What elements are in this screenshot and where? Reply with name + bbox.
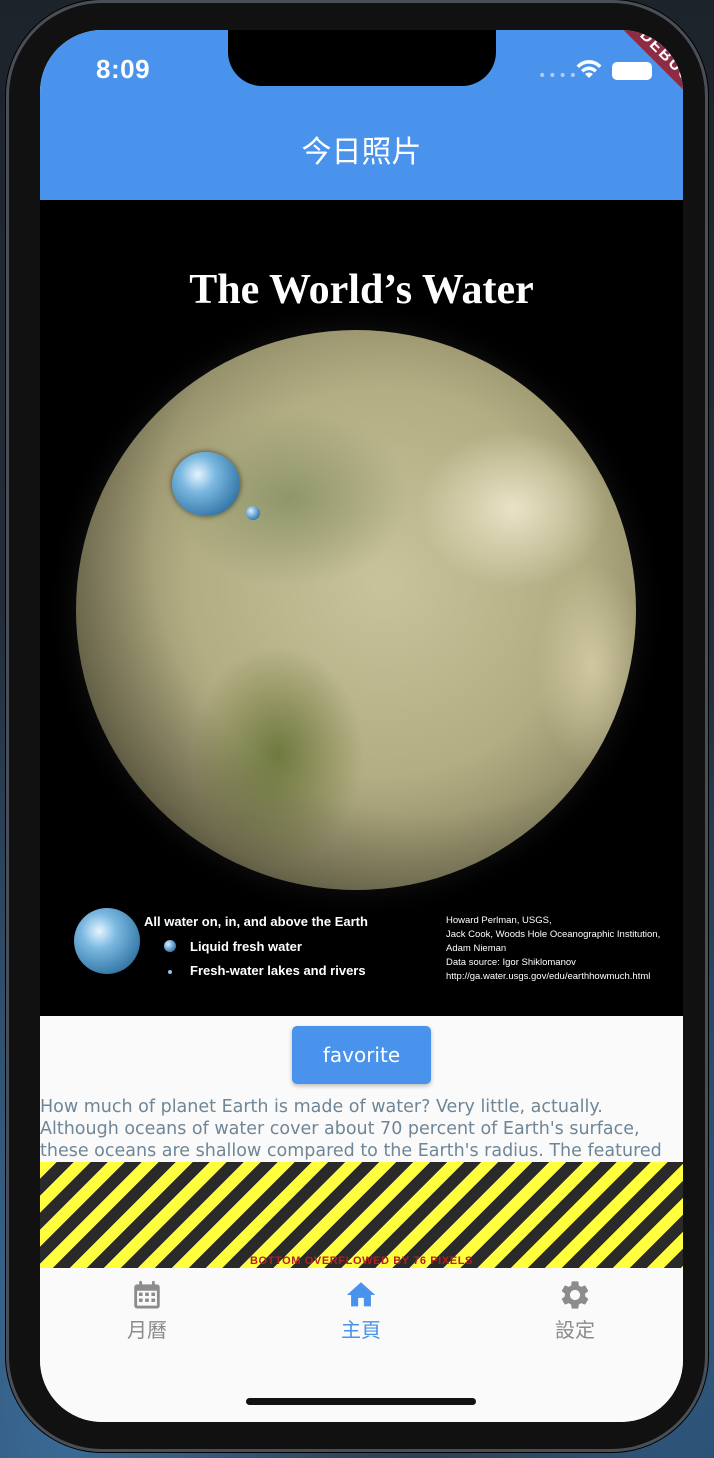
overflow-warning-stripe: BOTTOM OVERFLOWED BY 76 PIXELS [40, 1162, 683, 1268]
nav-label-settings: 設定 [555, 1318, 595, 1342]
credit-line: Jack Cook, Woods Hole Oceanographic Inst… [446, 929, 661, 940]
page-title: 今日照片 [301, 135, 422, 170]
home-indicator[interactable] [246, 1398, 476, 1405]
app-screen: 8:09 •••• DEBUG 今日照片 The World’s Water A… [40, 30, 683, 1422]
nav-item-calendar[interactable]: 月曆 [87, 1278, 207, 1343]
gear-icon [561, 1281, 589, 1309]
home-icon [346, 1282, 376, 1307]
battery-icon [612, 62, 652, 80]
signal-icon: •••• [538, 68, 580, 84]
favorite-button[interactable]: favorite [292, 1026, 431, 1084]
legend-all-water-label: All water on, in, and above the Earth [144, 914, 368, 929]
wifi-icon [576, 60, 602, 78]
nav-item-settings[interactable]: 設定 [515, 1278, 635, 1343]
legend-fresh-water-label: Liquid fresh water [190, 939, 302, 954]
credit-line: Adam Nieman [446, 943, 507, 954]
fresh-water-sphere [246, 506, 260, 520]
legend-lakes-rivers-label: Fresh-water lakes and rivers [190, 963, 366, 978]
earth-shading [76, 330, 636, 890]
credit-line: Data source: Igor Shiklomanov [446, 957, 576, 968]
calendar-icon [134, 1280, 160, 1309]
legend-all-water-icon [74, 908, 140, 974]
legend-fresh-water-icon [164, 940, 176, 952]
nav-item-home[interactable]: 主頁 [301, 1278, 421, 1343]
photo-credits: Howard Perlman, USGS, Jack Cook, Woods H… [446, 914, 660, 984]
credit-line: http://ga.water.usgs.gov/edu/earthhowmuc… [446, 971, 651, 982]
phone-frame: 8:09 •••• DEBUG 今日照片 The World’s Water A… [6, 0, 708, 1452]
status-time: 8:09 [96, 54, 151, 84]
app-bar: 8:09 •••• DEBUG 今日照片 [40, 30, 683, 200]
photo-details: favorite How much of planet Earth is mad… [40, 1016, 683, 1268]
credit-line: Howard Perlman, USGS, [446, 915, 552, 926]
device-notch [228, 30, 496, 86]
all-water-sphere [172, 452, 240, 516]
daily-photo: The World’s Water All water on, in, and … [40, 200, 683, 1016]
overflow-warning-label: BOTTOM OVERFLOWED BY 76 PIXELS [250, 1255, 473, 1267]
nav-label-home: 主頁 [341, 1318, 381, 1342]
legend-lakes-rivers-icon [168, 970, 172, 974]
bottom-navigation: 月曆 主頁 設定 [40, 1268, 683, 1422]
nav-label-calendar: 月曆 [127, 1318, 167, 1342]
photo-heading: The World’s Water [189, 267, 534, 313]
